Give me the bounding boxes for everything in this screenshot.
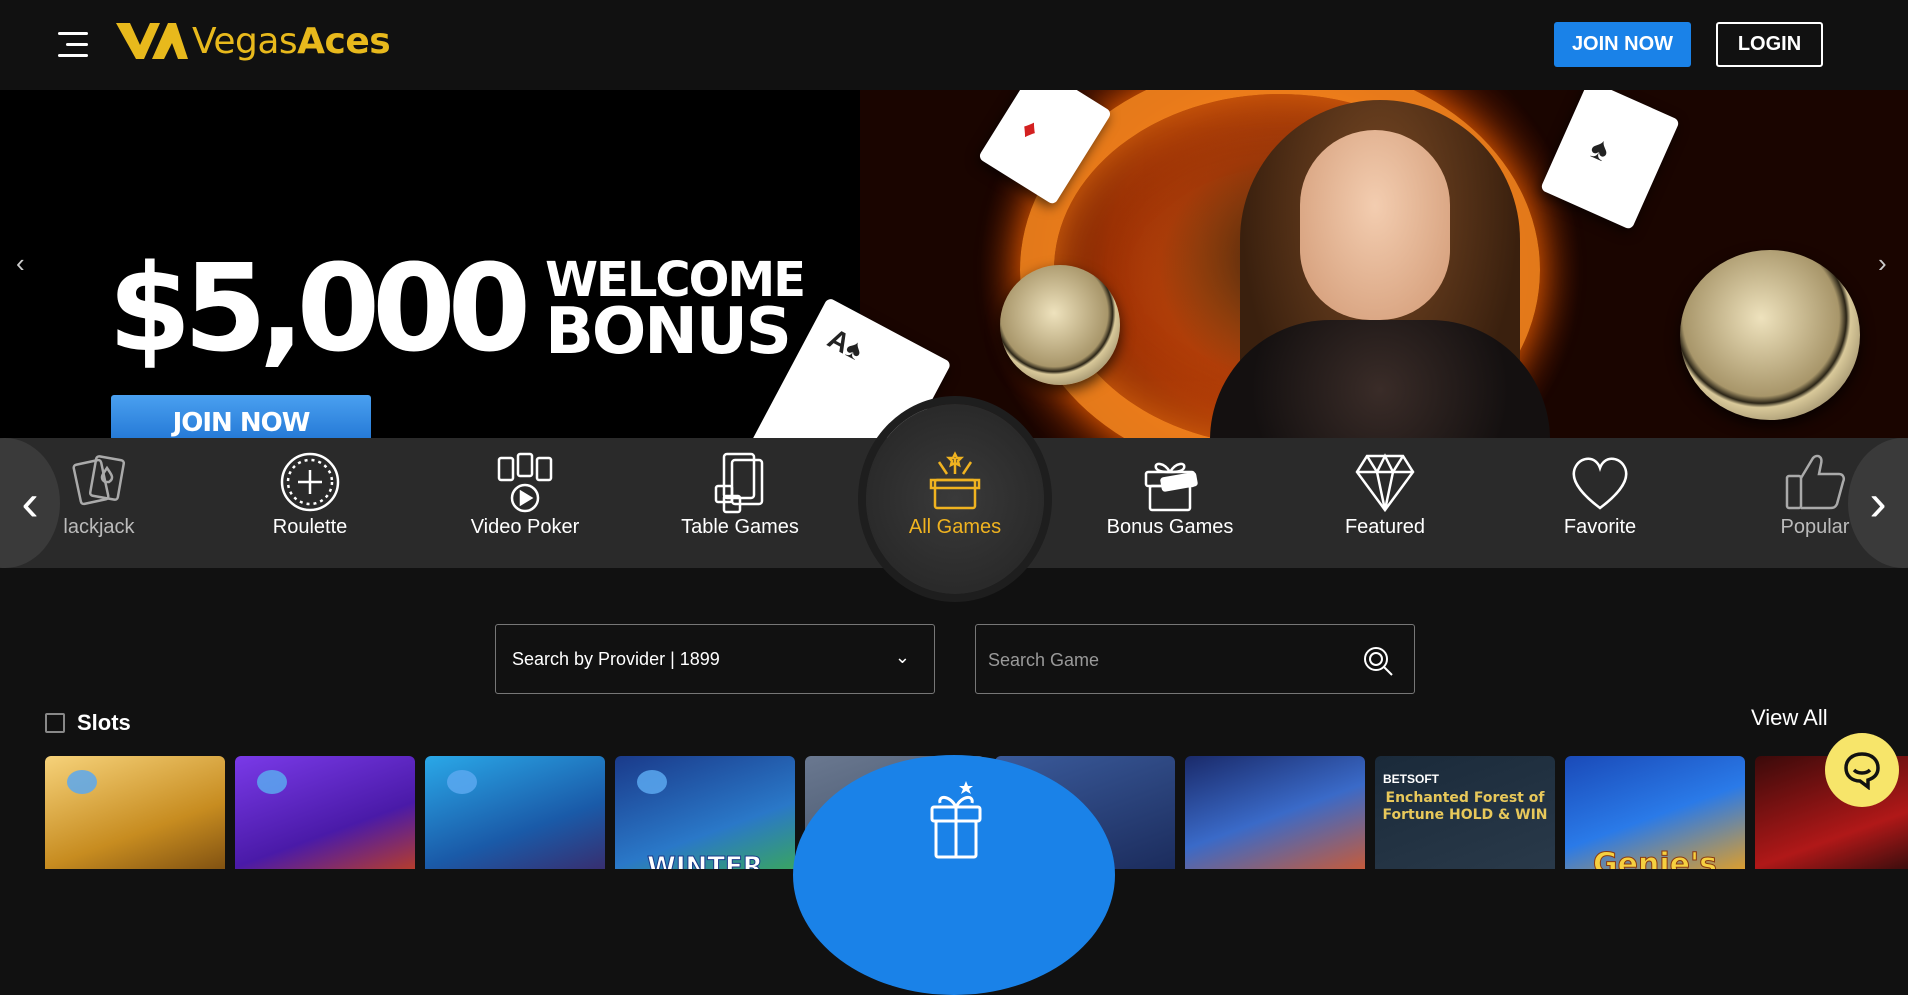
chat-button[interactable] [1825,733,1899,807]
table-games-icon [714,452,764,514]
category-favorite[interactable]: Favorite [1525,438,1675,568]
bonus-gift-button[interactable] [793,755,1115,995]
provider-badge-icon [67,770,97,794]
provider-badge-icon [257,770,287,794]
header-join-button[interactable]: JOIN NOW [1554,22,1691,67]
category-label: Favorite [1563,516,1637,538]
logo-mark-icon [116,23,188,59]
game-title: WINTER [647,852,764,870]
game-title: Enchanted Forest of Fortune HOLD & WIN [1382,790,1548,823]
playing-cards-hand-icon: ♠ [1539,90,1681,231]
search-input[interactable] [988,647,1348,673]
category-label: Table Games [681,516,799,538]
game-thumb[interactable]: BETSOFT Enchanted Forest of Fortune HOLD… [1375,756,1555,869]
category-prev-button[interactable]: ‹ [0,438,60,568]
bonus-gift-icon [1144,462,1198,512]
logo-aces-text: Aces [297,20,391,62]
heart-icon [1572,457,1628,510]
provider-select[interactable]: Search by Provider | 1899 ⌄ [495,624,935,694]
login-button[interactable]: LOGIN [1716,22,1823,67]
game-thumb[interactable]: Genie's [1565,756,1745,869]
menu-icon[interactable] [58,28,90,60]
bonus-amount: $5,000 [108,240,531,379]
vegasaces-logo[interactable]: VegasAces [116,16,391,66]
category-roulette[interactable]: Roulette [235,438,385,568]
category-next-button[interactable]: › [1848,438,1908,568]
search-game-field[interactable] [975,624,1415,694]
thumbs-up-icon [1785,454,1846,510]
welcome-bonus-text: WELCOME BONUS [545,256,806,369]
search-icon[interactable] [1362,645,1394,677]
category-label: Popular [1780,516,1850,538]
banner-next-icon[interactable]: › [1878,248,1887,279]
game-brand: BETSOFT [1383,772,1439,786]
chevron-down-icon: ⌄ [894,647,910,667]
casino-chip-right-icon [1680,250,1860,420]
model-face-graphic [1300,130,1450,320]
slots-header: Slots [45,710,131,736]
chevron-left-icon: ‹ [21,474,39,532]
category-video-poker[interactable]: Video Poker [450,438,600,568]
diamond-icon [1355,453,1415,513]
provider-select-label: Search by Provider | 1899 [512,648,720,669]
gift-icon [930,781,982,859]
blackjack-cards-icon [72,455,126,506]
category-label: lackjack [63,516,135,538]
category-label: All Games [908,516,1002,538]
banner-join-button[interactable]: JOIN NOW [111,395,371,438]
category-featured[interactable]: Featured [1310,438,1460,568]
casino-chip-left-icon [1000,265,1120,385]
banner-artwork: ♦ ♠ [860,90,1908,438]
category-label: Featured [1344,516,1426,538]
game-title: Genie's [1593,847,1718,870]
game-thumb[interactable]: WINTER [615,756,795,869]
roulette-icon [280,452,340,512]
logo-vegas-text: Vegas [192,20,298,62]
category-bonus-games[interactable]: Bonus Games [1095,438,1245,568]
site-header: VegasAces JOIN NOW LOGIN [0,0,1908,90]
category-label: Roulette [272,516,348,538]
game-thumb[interactable] [425,756,605,869]
view-all-link[interactable]: View All [1751,705,1828,731]
provider-badge-icon [637,770,667,794]
video-poker-icon [497,452,553,513]
banner-prev-icon[interactable]: ‹ [16,248,25,279]
all-games-icon [929,451,981,510]
category-all-games[interactable]: All Games [880,438,1030,568]
game-thumb[interactable] [235,756,415,869]
chevron-right-icon: › [1869,474,1887,532]
game-thumb[interactable] [1185,756,1365,869]
slots-icon [45,713,65,733]
logo-text: VegasAces [192,20,391,62]
category-label: Video Poker [470,516,580,538]
chat-bubble-icon [1844,752,1880,790]
welcome-banner[interactable]: ♦ ♠ $5,000 WELCOME BONUS JOIN NOW A♠ ‹ › [0,90,1908,438]
banner-headline: $5,000 WELCOME BONUS [108,240,806,379]
category-label: Bonus Games [1106,516,1234,538]
provider-badge-icon [447,770,477,794]
game-thumb[interactable] [45,756,225,869]
slots-title: Slots [77,710,131,735]
bonus-text: BONUS [545,294,792,369]
category-table-games[interactable]: Table Games [665,438,815,568]
